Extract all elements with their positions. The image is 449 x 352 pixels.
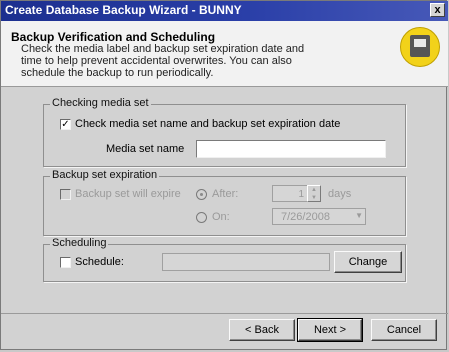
wizard-header: Backup Verification and Scheduling Check… (1, 21, 448, 87)
expire-label: Backup set will expire (75, 188, 181, 200)
expiration-label: Backup set expiration (50, 169, 160, 181)
media-set-name-label: Media set name (106, 143, 185, 155)
after-label: After: (212, 188, 239, 200)
change-button[interactable]: Change (334, 251, 402, 273)
days-spinner[interactable]: ▲ ▼ (307, 185, 321, 202)
close-button[interactable]: x (430, 3, 445, 17)
page-title: Backup Verification and Scheduling (11, 30, 216, 44)
wizard-window: Create Database Backup Wizard - BUNNY x … (0, 0, 448, 350)
schedule-checkbox[interactable] (60, 257, 71, 268)
back-button[interactable]: < Back (229, 319, 295, 341)
after-days-input[interactable]: 1 (272, 185, 308, 202)
title-bar: Create Database Backup Wizard - BUNNY x (1, 1, 448, 21)
checking-media-label: Checking media set (50, 97, 151, 109)
next-button[interactable]: Next > (297, 318, 363, 342)
after-radio[interactable] (196, 189, 207, 200)
window-title: Create Database Backup Wizard - BUNNY (5, 3, 242, 17)
on-label: On: (212, 211, 230, 223)
backup-wizard-icon (400, 27, 440, 67)
schedule-field (162, 253, 330, 271)
days-label: days (328, 188, 352, 200)
cancel-button[interactable]: Cancel (371, 319, 437, 341)
page-description: Check the media label and backup set exp… (21, 43, 305, 79)
scheduling-group: Scheduling Schedule: Change (43, 237, 406, 282)
media-set-name-input[interactable] (196, 140, 386, 158)
expiration-group: Backup set expiration Backup set will ex… (43, 169, 406, 236)
scheduling-label: Scheduling (50, 237, 109, 249)
expire-checkbox[interactable] (60, 189, 71, 200)
schedule-label: Schedule: (75, 256, 124, 268)
checking-media-group: Checking media set ✓ Check media set nam… (43, 97, 406, 167)
check-media-checkbox[interactable]: ✓ (60, 119, 71, 130)
chevron-down-icon: ▼ (355, 211, 363, 220)
footer-divider (1, 313, 448, 314)
check-media-label: Check media set name and backup set expi… (75, 118, 341, 130)
on-radio[interactable] (196, 212, 207, 223)
expiration-date-picker[interactable]: 7/26/2008 ▼ (272, 208, 366, 225)
